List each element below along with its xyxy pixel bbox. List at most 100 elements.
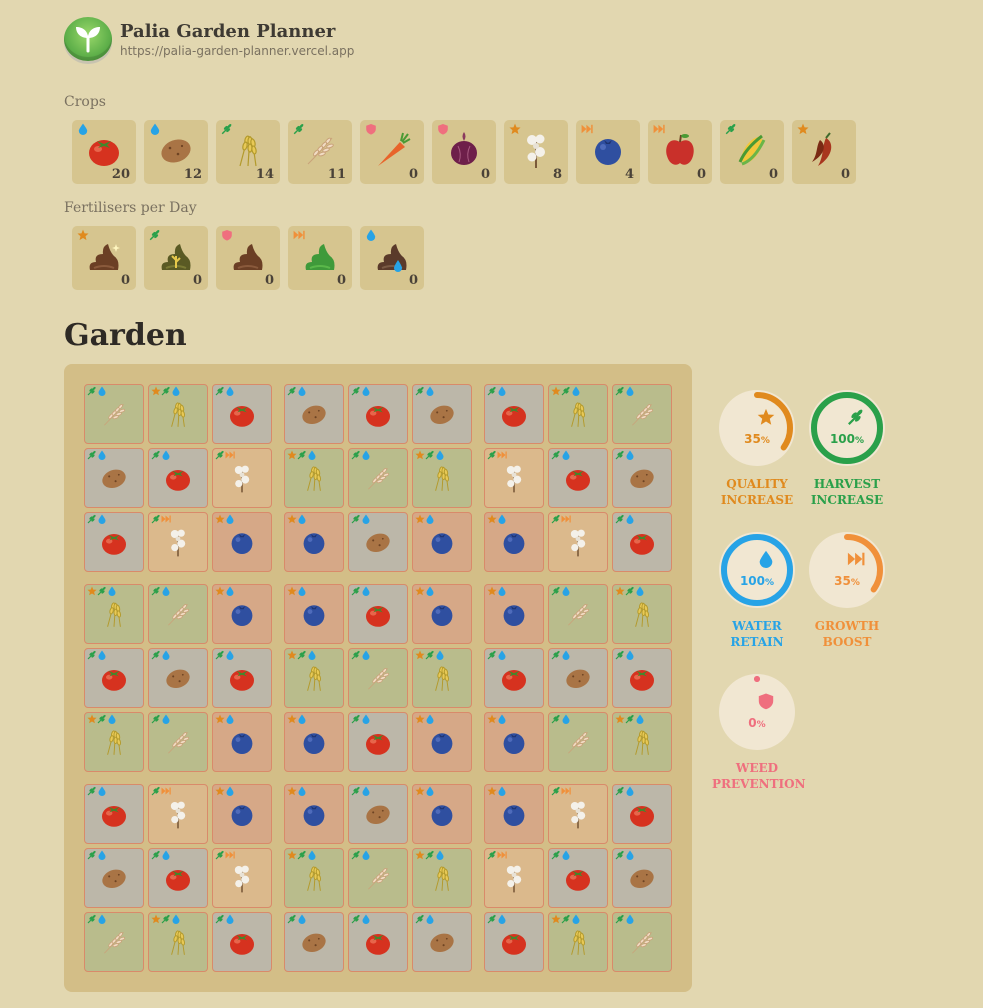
garden-cell-blueberry[interactable] xyxy=(412,784,472,844)
garden-cell-blueberry[interactable] xyxy=(212,512,272,572)
garden-cell-tomato[interactable] xyxy=(84,648,144,708)
crop-tile-carrot[interactable]: 0 xyxy=(360,120,424,184)
fertiliser-tile-quality-up[interactable]: 0 xyxy=(72,226,136,290)
garden-cell-rice[interactable] xyxy=(612,384,672,444)
fertiliser-tile-weed-block[interactable]: 0 xyxy=(216,226,280,290)
garden-cell-tomato[interactable] xyxy=(348,584,408,644)
garden-cell-tomato[interactable] xyxy=(348,712,408,772)
crop-tile-corn[interactable]: 0 xyxy=(720,120,784,184)
fertiliser-tile-hydrate-pro[interactable]: 0 xyxy=(360,226,424,290)
garden-cell-tomato[interactable] xyxy=(612,512,672,572)
garden-cell-cotton[interactable] xyxy=(212,448,272,508)
garden-cell-wheat[interactable] xyxy=(148,384,208,444)
garden-cell-tomato[interactable] xyxy=(612,648,672,708)
garden-cell-blueberry[interactable] xyxy=(484,784,544,844)
garden-cell-wheat[interactable] xyxy=(412,848,472,908)
garden-cell-rice[interactable] xyxy=(548,584,608,644)
garden-cell-blueberry[interactable] xyxy=(284,584,344,644)
garden-cell-tomato[interactable] xyxy=(148,848,208,908)
garden-cell-tomato[interactable] xyxy=(212,912,272,972)
garden-cell-potato[interactable] xyxy=(148,648,208,708)
garden-cell-wheat[interactable] xyxy=(612,584,672,644)
garden-cell-tomato[interactable] xyxy=(484,384,544,444)
garden-cell-tomato[interactable] xyxy=(84,784,144,844)
garden-cell-potato[interactable] xyxy=(412,912,472,972)
garden-cell-wheat[interactable] xyxy=(84,712,144,772)
garden-cell-cotton[interactable] xyxy=(148,784,208,844)
garden-cell-tomato[interactable] xyxy=(84,512,144,572)
garden-cell-blueberry[interactable] xyxy=(212,584,272,644)
crop-tile-blueberry[interactable]: 4 xyxy=(576,120,640,184)
garden-cell-blueberry[interactable] xyxy=(412,584,472,644)
garden-cell-tomato[interactable] xyxy=(612,784,672,844)
crop-tile-onion[interactable]: 0 xyxy=(432,120,496,184)
crop-tile-potato[interactable]: 12 xyxy=(144,120,208,184)
crop-tile-cotton[interactable]: 8 xyxy=(504,120,568,184)
crop-tile-spicy-pepper[interactable]: 0 xyxy=(792,120,856,184)
garden-cell-cotton[interactable] xyxy=(548,784,608,844)
garden-cell-cotton[interactable] xyxy=(548,512,608,572)
garden-cell-rice[interactable] xyxy=(348,648,408,708)
garden-cell-blueberry[interactable] xyxy=(412,712,472,772)
garden-cell-rice[interactable] xyxy=(148,712,208,772)
garden-cell-wheat[interactable] xyxy=(148,912,208,972)
garden-cell-rice[interactable] xyxy=(548,712,608,772)
garden-cell-wheat[interactable] xyxy=(412,648,472,708)
crop-tile-tomato[interactable]: 20 xyxy=(72,120,136,184)
garden-cell-potato[interactable] xyxy=(412,384,472,444)
garden-cell-tomato[interactable] xyxy=(548,448,608,508)
garden-cell-potato[interactable] xyxy=(84,848,144,908)
garden-cell-tomato[interactable] xyxy=(148,448,208,508)
garden-cell-blueberry[interactable] xyxy=(484,512,544,572)
garden-cell-blueberry[interactable] xyxy=(412,512,472,572)
garden-cell-wheat[interactable] xyxy=(412,448,472,508)
blueberry-icon xyxy=(226,798,258,834)
garden-cell-potato[interactable] xyxy=(612,448,672,508)
garden-cell-potato[interactable] xyxy=(548,648,608,708)
garden-cell-wheat[interactable] xyxy=(284,848,344,908)
garden-cell-wheat[interactable] xyxy=(84,584,144,644)
garden-cell-tomato[interactable] xyxy=(548,848,608,908)
app-url[interactable]: https://palia-garden-planner.vercel.app xyxy=(120,44,354,58)
garden-cell-potato[interactable] xyxy=(284,912,344,972)
garden-cell-blueberry[interactable] xyxy=(484,712,544,772)
garden-cell-potato[interactable] xyxy=(612,848,672,908)
garden-cell-cotton[interactable] xyxy=(212,848,272,908)
garden-cell-potato[interactable] xyxy=(284,384,344,444)
garden-cell-tomato[interactable] xyxy=(484,912,544,972)
garden-cell-tomato[interactable] xyxy=(484,648,544,708)
garden-cell-rice[interactable] xyxy=(348,848,408,908)
crop-tile-rice[interactable]: 11 xyxy=(288,120,352,184)
crop-tile-wheat[interactable]: 14 xyxy=(216,120,280,184)
garden-cell-potato[interactable] xyxy=(348,512,408,572)
garden-cell-blueberry[interactable] xyxy=(284,712,344,772)
garden-cell-potato[interactable] xyxy=(84,448,144,508)
crop-tile-apple[interactable]: 0 xyxy=(648,120,712,184)
garden-cell-rice[interactable] xyxy=(84,384,144,444)
garden-cell-tomato[interactable] xyxy=(348,912,408,972)
fertiliser-tile-speedy-gro[interactable]: 0 xyxy=(288,226,352,290)
garden-cell-wheat[interactable] xyxy=(612,712,672,772)
fertiliser-tile-harvest-boost[interactable]: 0 xyxy=(144,226,208,290)
garden-cell-rice[interactable] xyxy=(84,912,144,972)
garden-cell-tomato[interactable] xyxy=(212,648,272,708)
garden-cell-blueberry[interactable] xyxy=(212,712,272,772)
garden-cell-cotton[interactable] xyxy=(484,448,544,508)
garden-cell-potato[interactable] xyxy=(348,784,408,844)
garden-cell-wheat[interactable] xyxy=(548,912,608,972)
garden-cell-cotton[interactable] xyxy=(148,512,208,572)
garden-cell-wheat[interactable] xyxy=(548,384,608,444)
garden-cell-wheat[interactable] xyxy=(284,448,344,508)
garden-cell-rice[interactable] xyxy=(348,448,408,508)
garden-cell-blueberry[interactable] xyxy=(484,584,544,644)
garden-cell-cotton[interactable] xyxy=(484,848,544,908)
garden-cell-tomato[interactable] xyxy=(348,384,408,444)
garden-cell-tomato[interactable] xyxy=(212,384,272,444)
garden-cell-blueberry[interactable] xyxy=(284,784,344,844)
harvest-icon xyxy=(351,650,361,663)
garden-cell-rice[interactable] xyxy=(612,912,672,972)
garden-cell-rice[interactable] xyxy=(148,584,208,644)
garden-cell-blueberry[interactable] xyxy=(284,512,344,572)
garden-cell-blueberry[interactable] xyxy=(212,784,272,844)
garden-cell-wheat[interactable] xyxy=(284,648,344,708)
